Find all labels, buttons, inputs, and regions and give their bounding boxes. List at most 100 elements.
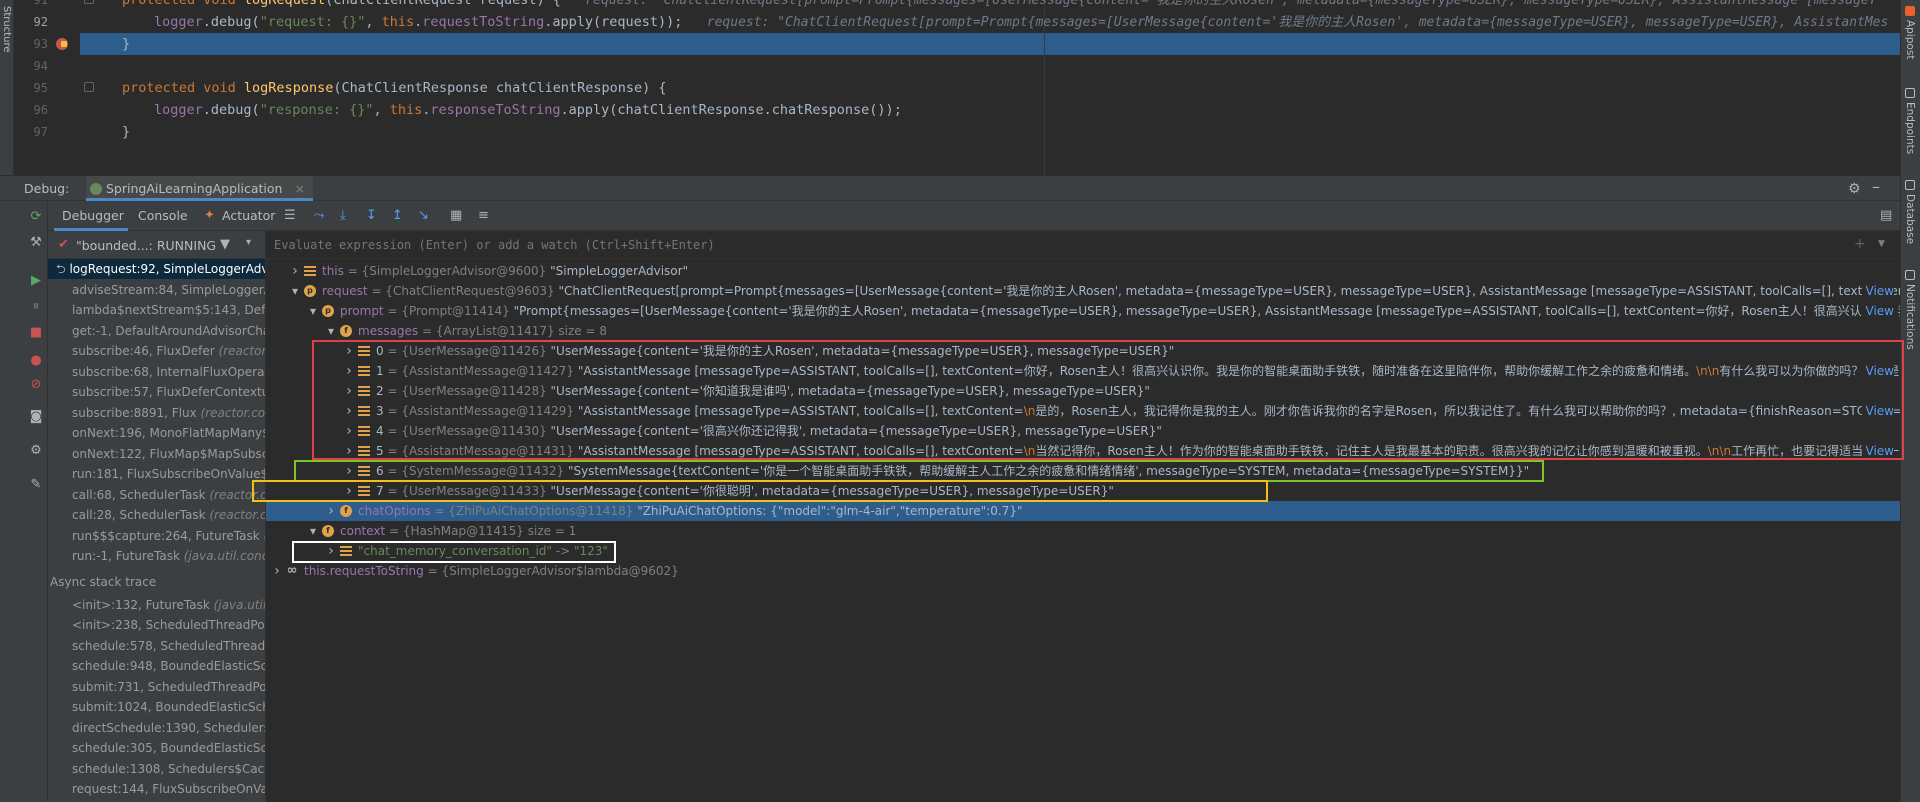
variable-row[interactable]: ▾ f messages = {ArrayList@11417} size = 8 bbox=[266, 321, 1900, 341]
right-tool-notifications[interactable]: Notifications bbox=[1904, 270, 1916, 350]
async-stack-frame[interactable]: schedule:305, BoundedElasticScheduler bbox=[48, 738, 265, 758]
filter-icon[interactable]: ▼ bbox=[220, 237, 230, 252]
trace-icon[interactable]: ≡ bbox=[478, 208, 489, 223]
stack-frame[interactable]: run$$$capture:264, FutureTask (java.util… bbox=[48, 526, 265, 546]
fold-icon[interactable] bbox=[84, 0, 94, 4]
chevron-down-icon[interactable]: ▾ bbox=[326, 321, 336, 341]
variable-row[interactable]: › ∞ this.requestToString = {SimpleLoggerAd… bbox=[266, 561, 1900, 581]
chevron-right-icon[interactable]: › bbox=[344, 361, 354, 381]
variable-row[interactable]: › 4 = {UserMessage@11430} "UserMessage{co… bbox=[266, 421, 1900, 441]
chevron-right-icon[interactable]: › bbox=[344, 441, 354, 461]
variable-row[interactable]: ▾ f context = {HashMap@11415} size = 1 bbox=[266, 521, 1900, 541]
minimize-icon[interactable]: – bbox=[1872, 177, 1880, 196]
code-editor[interactable]: Structure 91 protected void logRequest(Ch… bbox=[0, 0, 1900, 175]
stack-frame[interactable]: lambda$nextStream$5:143, DefaultAroundAd… bbox=[48, 300, 265, 320]
variable-row[interactable]: › 0 = {UserMessage@11426} "UserMessage{co… bbox=[266, 341, 1900, 361]
chevron-right-icon[interactable]: › bbox=[290, 261, 300, 281]
chevron-right-icon[interactable]: › bbox=[344, 401, 354, 421]
tab-debugger[interactable]: Debugger bbox=[62, 208, 124, 223]
close-icon[interactable]: × bbox=[294, 181, 304, 196]
variable-row[interactable]: › f chatOptions = {ZhiPuAiChatOptions@1141… bbox=[266, 501, 1900, 521]
mute-breakpoints-icon[interactable]: ⊘ bbox=[28, 377, 44, 393]
variable-row[interactable]: › 2 = {UserMessage@11428} "UserMessage{co… bbox=[266, 381, 1900, 401]
stack-frame[interactable]: onNext:122, FluxMap$MapSubscriber bbox=[48, 444, 265, 464]
stack-frame[interactable]: adviseStream:84, SimpleLoggerAdvisor bbox=[48, 280, 265, 300]
async-stack-frame[interactable]: <init>:238, ScheduledThreadPoolExecutor bbox=[48, 615, 265, 635]
chevron-right-icon[interactable]: › bbox=[326, 541, 336, 561]
stack-frame[interactable]: subscribe:68, InternalFluxOperator bbox=[48, 362, 265, 382]
chevron-right-icon[interactable]: › bbox=[344, 421, 354, 441]
stack-frame[interactable]: run:-1, FutureTask (java.util.concurrent… bbox=[48, 546, 265, 566]
variable-row[interactable]: ▾ p request = {ChatClientRequest@9603} "Ch… bbox=[266, 281, 1900, 301]
stack-frame[interactable]: run:181, FluxSubscribeOnValue$ScheduledS… bbox=[48, 464, 265, 484]
add-watch-icon[interactable]: + bbox=[1854, 236, 1866, 252]
breakpoint-icon[interactable] bbox=[56, 38, 68, 50]
view-link[interactable]: View bbox=[1861, 361, 1894, 381]
chevron-right-icon[interactable]: › bbox=[326, 501, 336, 521]
layout-icon[interactable]: ▤ bbox=[1880, 208, 1892, 223]
variable-row[interactable]: › this = {SimpleLoggerAdvisor@9600} "Simp… bbox=[266, 261, 1900, 281]
thread-selector[interactable]: ✔ "bounded...: RUNNING ▼ ▾ bbox=[48, 231, 265, 259]
async-stack-frame[interactable]: submit:1024, BoundedElasticScheduler bbox=[48, 697, 265, 717]
menu-icon[interactable]: ☰ bbox=[284, 208, 296, 223]
variable-row[interactable]: › 1 = {AssistantMessage@11427} "Assistant… bbox=[266, 361, 1900, 381]
stack-frame[interactable]: subscribe:57, FluxDeferContextual bbox=[48, 382, 265, 402]
async-stack-frame[interactable]: directSchedule:1390, Schedulers bbox=[48, 718, 265, 738]
view-breakpoints-icon[interactable]: ● bbox=[28, 353, 44, 369]
variable-row[interactable]: ▾ p prompt = {Prompt@11414} "Prompt{messag… bbox=[266, 301, 1900, 321]
pin-icon[interactable]: ✎ bbox=[28, 477, 44, 493]
stack-frame[interactable]: call:28, SchedulerTask (reactor.core.sch… bbox=[48, 505, 265, 525]
stack-frame[interactable]: call:68, SchedulerTask (reactor.core.sch… bbox=[48, 485, 265, 505]
view-link[interactable]: View bbox=[1861, 301, 1894, 321]
chevron-down-icon[interactable]: ▼ bbox=[1878, 239, 1885, 249]
debug-session-tab[interactable]: SpringAiLearningApplication × bbox=[86, 176, 313, 201]
chevron-right-icon[interactable]: › bbox=[344, 461, 354, 481]
run-to-cursor-icon[interactable]: ↘ bbox=[418, 208, 429, 223]
variable-row[interactable]: › 5 = {AssistantMessage@11431} "Assistant… bbox=[266, 441, 1900, 461]
chevron-right-icon[interactable]: › bbox=[344, 481, 354, 501]
resume-icon[interactable]: ▶ bbox=[28, 273, 44, 289]
async-stack-frame[interactable]: submit:731, ScheduledThreadPoolExecutor bbox=[48, 677, 265, 697]
stack-frame[interactable]: subscribe:46, FluxDefer (reactor.core.pu… bbox=[48, 341, 265, 361]
right-tool-apipost[interactable]: Apipost bbox=[1904, 6, 1916, 59]
view-link[interactable]: View bbox=[1861, 281, 1894, 301]
structure-tool-window-button[interactable]: Structure bbox=[0, 0, 14, 175]
async-stack-frame[interactable]: <init>:132, FutureTask (java.util.concur… bbox=[48, 595, 265, 615]
chevron-down-icon[interactable]: ▾ bbox=[290, 281, 300, 301]
stack-frame[interactable]: ⮌ logRequest:92, SimpleLoggerAdvisor bbox=[48, 259, 265, 279]
view-link[interactable]: View bbox=[1861, 441, 1894, 461]
variable-row[interactable]: › 6 = {SystemMessage@11432} "SystemMessag… bbox=[266, 461, 1900, 481]
step-over-icon[interactable]: ⤓ bbox=[340, 208, 346, 223]
stack-frame[interactable]: subscribe:8891, Flux (reactor.core.publi… bbox=[48, 403, 265, 423]
fold-icon[interactable] bbox=[84, 82, 94, 92]
stack-frame[interactable]: get:-1, DefaultAroundAdvisorChain bbox=[48, 321, 265, 341]
async-stack-frame[interactable]: schedule:1308, Schedulers$CachedSchedule… bbox=[48, 759, 265, 779]
view-link[interactable]: View bbox=[1861, 401, 1894, 421]
camera-icon[interactable]: ◙ bbox=[28, 409, 44, 425]
show-execution-point-icon[interactable]: ⤳ bbox=[314, 208, 324, 223]
step-into-icon[interactable]: ↧ bbox=[366, 208, 377, 223]
stack-frame[interactable]: onNext:196, MonoFlatMapMany$FlatMapManyM… bbox=[48, 423, 265, 443]
wrench-icon[interactable]: ⚒ bbox=[28, 235, 44, 251]
chevron-down-icon[interactable]: ▾ bbox=[246, 237, 251, 248]
variable-row[interactable]: › 3 = {AssistantMessage@11429} "Assistant… bbox=[266, 401, 1900, 421]
evaluate-expression-input[interactable] bbox=[274, 236, 1774, 254]
chevron-right-icon[interactable]: › bbox=[344, 341, 354, 361]
pause-icon[interactable]: ⏸ bbox=[28, 299, 44, 315]
evaluate-expression-icon[interactable]: ▦ bbox=[450, 208, 462, 223]
gear-icon[interactable]: ⚙ bbox=[1848, 181, 1861, 197]
right-tool-endpoints[interactable]: Endpoints bbox=[1904, 88, 1916, 154]
tab-actuator[interactable]: Actuator bbox=[222, 208, 275, 223]
chevron-right-icon[interactable]: › bbox=[272, 561, 282, 581]
async-stack-frame[interactable]: schedule:948, BoundedElasticScheduler bbox=[48, 656, 265, 676]
variable-row[interactable]: › 7 = {UserMessage@11433} "UserMessage{co… bbox=[266, 481, 1900, 501]
right-tool-database[interactable]: Database bbox=[1904, 180, 1916, 244]
async-stack-frame[interactable]: request:144, FluxSubscribeOnValue bbox=[48, 779, 265, 799]
tab-console[interactable]: Console bbox=[138, 208, 188, 223]
settings-icon[interactable]: ⚙ bbox=[28, 443, 44, 459]
chevron-right-icon[interactable]: › bbox=[344, 381, 354, 401]
step-out-icon[interactable]: ↥ bbox=[392, 208, 403, 223]
variable-row[interactable]: › "chat_memory_conversation_id" -> "123" bbox=[266, 541, 1900, 561]
chevron-down-icon[interactable]: ▾ bbox=[308, 301, 318, 321]
chevron-down-icon[interactable]: ▾ bbox=[308, 521, 318, 541]
